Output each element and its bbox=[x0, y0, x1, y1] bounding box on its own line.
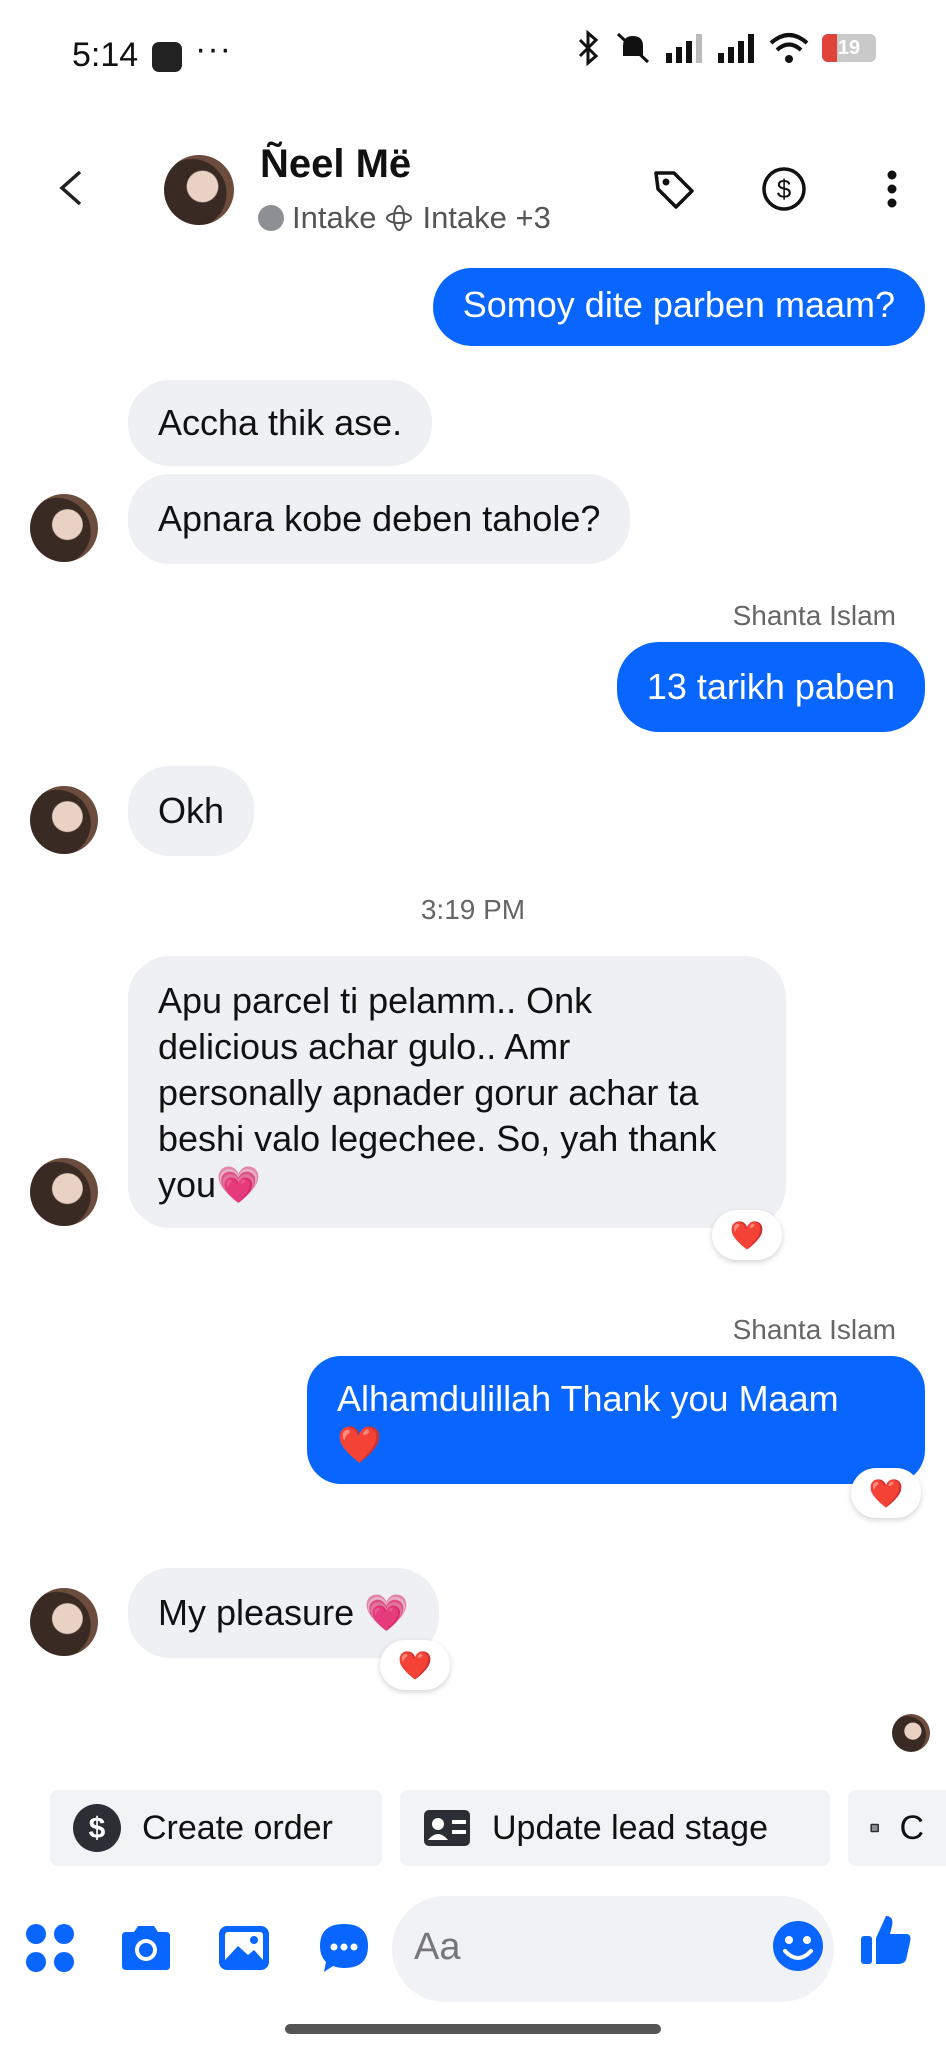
message-outgoing[interactable]: Somoy dite parben maam? bbox=[432, 268, 925, 346]
seen-avatar bbox=[892, 1714, 930, 1752]
message-outgoing[interactable]: Alhamdulillah Thank you Maam ❤️ bbox=[307, 1356, 925, 1484]
heart-reaction-icon[interactable]: ❤️ bbox=[380, 1640, 450, 1690]
app-notification-icon bbox=[152, 42, 182, 72]
message-incoming[interactable]: Apnara kobe deben tahole? bbox=[128, 474, 631, 564]
status-time: 5:14 bbox=[72, 36, 139, 74]
gallery-icon[interactable] bbox=[216, 1920, 272, 1976]
message-line: Alhamdulillah Thank you Maam bbox=[337, 1378, 839, 1419]
more-action-label: C bbox=[899, 1808, 924, 1847]
svg-text:$: $ bbox=[777, 174, 792, 204]
message-line: Apu parcel ti pelamm.. Onk bbox=[158, 980, 593, 1021]
message-incoming[interactable]: Accha thik ase. bbox=[128, 380, 433, 466]
label-1: Intake bbox=[292, 200, 377, 235]
emoji-icon[interactable] bbox=[770, 1918, 826, 1974]
messenger-chat-icon[interactable] bbox=[316, 1920, 372, 1976]
wifi-icon bbox=[769, 33, 809, 63]
status-dot-icon bbox=[258, 205, 284, 231]
pipeline-icon bbox=[386, 205, 413, 231]
contact-labels[interactable]: Intake Intake +3 bbox=[258, 200, 551, 236]
message-incoming[interactable]: Apu parcel ti pelamm.. Onk delicious ach… bbox=[128, 956, 786, 1228]
dollar-icon: $ bbox=[73, 1804, 121, 1852]
update-lead-stage-label: Update lead stage bbox=[492, 1808, 768, 1847]
more-action-button[interactable]: C bbox=[848, 1790, 946, 1866]
message-line: personally apnader gorur achar ta bbox=[158, 1072, 699, 1113]
sender-avatar[interactable] bbox=[30, 1588, 98, 1656]
create-order-label: Create order bbox=[142, 1808, 333, 1847]
sender-name: Shanta Islam bbox=[732, 1314, 896, 1345]
dollar-circle-icon[interactable]: $ bbox=[760, 165, 808, 213]
message-incoming[interactable]: Okh bbox=[128, 766, 255, 856]
home-indicator bbox=[285, 2024, 661, 2034]
battery-icon: 19 bbox=[822, 34, 876, 62]
message-outgoing[interactable]: 13 tarikh paben bbox=[616, 642, 925, 732]
apps-grid-icon[interactable] bbox=[22, 1920, 78, 1976]
message-line: you💗 bbox=[158, 1164, 261, 1205]
tag-icon[interactable] bbox=[650, 165, 698, 213]
sender-avatar[interactable] bbox=[30, 494, 98, 562]
sender-avatar[interactable] bbox=[30, 1158, 98, 1226]
message-line: ❤️ bbox=[337, 1424, 382, 1465]
more-notifications-icon: ··· bbox=[195, 30, 232, 68]
update-lead-stage-button[interactable]: Update lead stage bbox=[400, 1790, 830, 1866]
create-order-button[interactable]: $ Create order bbox=[50, 1790, 382, 1866]
message-input-placeholder: Aa bbox=[414, 1926, 461, 1968]
contact-name[interactable]: Ñeel Më bbox=[260, 142, 411, 187]
mute-icon bbox=[616, 32, 650, 64]
sender-name: Shanta Islam bbox=[732, 600, 896, 631]
form-icon bbox=[870, 1823, 880, 1833]
more-options-icon[interactable] bbox=[868, 165, 916, 213]
message-line: delicious achar gulo.. Amr bbox=[158, 1026, 571, 1067]
heart-reaction-icon[interactable]: ❤️ bbox=[712, 1210, 782, 1260]
message-line: beshi valo legechee. So, yah thank bbox=[158, 1118, 717, 1159]
svg-text:$: $ bbox=[89, 1812, 106, 1845]
signal-icon-2 bbox=[718, 34, 754, 63]
camera-icon[interactable] bbox=[118, 1920, 174, 1976]
status-icons: 19 bbox=[574, 30, 876, 66]
contact-avatar[interactable] bbox=[164, 155, 234, 225]
bluetooth-icon bbox=[578, 30, 599, 66]
heart-reaction-icon[interactable]: ❤️ bbox=[851, 1468, 921, 1518]
timestamp: 3:19 PM bbox=[420, 894, 526, 925]
like-thumbs-up-icon[interactable] bbox=[858, 1912, 914, 1968]
signal-icon bbox=[666, 34, 702, 63]
sender-avatar[interactable] bbox=[30, 786, 98, 854]
label-2: Intake +3 bbox=[422, 200, 551, 235]
contact-card-icon bbox=[424, 1810, 470, 1846]
back-arrow-icon[interactable] bbox=[52, 168, 92, 208]
